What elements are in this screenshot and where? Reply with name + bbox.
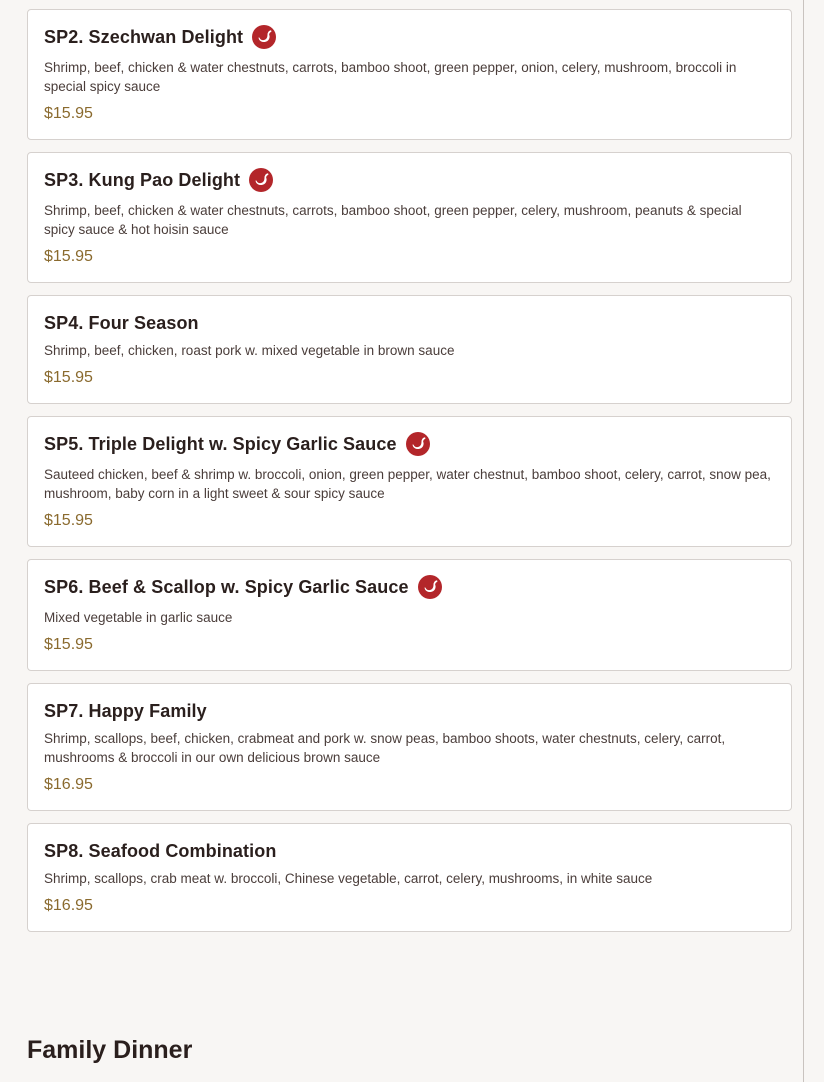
menu-item-price: $15.95 [44, 512, 93, 529]
menu-item-title: SP4. Four Season [44, 312, 199, 333]
menu-item-title-row: SP5. Triple Delight w. Spicy Garlic Sauc… [44, 431, 775, 457]
menu-item-description: Shrimp, scallops, crab meat w. broccoli,… [44, 871, 653, 886]
menu-item-description: Shrimp, scallops, beef, chicken, crabmea… [44, 731, 726, 765]
menu-item-title-row: SP6. Beef & Scallop w. Spicy Garlic Sauc… [44, 574, 775, 600]
menu-item-card-sp5[interactable]: SP5. Triple Delight w. Spicy Garlic Sauc… [27, 416, 792, 547]
menu-item-title-row: SP3. Kung Pao Delight [44, 167, 775, 193]
menu-item-title-row: SP7. Happy Family [44, 698, 775, 724]
menu-item-title-row: SP4. Four Season [44, 310, 775, 336]
chili-pepper-icon [405, 432, 430, 456]
chili-pepper-icon [417, 575, 442, 599]
menu-item-description: Sauteed chicken, beef & shrimp w. brocco… [44, 467, 771, 501]
chili-pepper-icon [252, 25, 277, 49]
menu-item-price: $15.95 [44, 248, 93, 265]
menu-item-price: $15.95 [44, 105, 93, 122]
menu-item-title: SP7. Happy Family [44, 700, 207, 721]
menu-item-description: Shrimp, beef, chicken & water chestnuts,… [44, 203, 742, 237]
menu-item-title: SP3. Kung Pao Delight [44, 169, 241, 190]
menu-item-card-sp8[interactable]: SP8. Seafood Combination Shrimp, scallop… [27, 823, 792, 932]
menu-item-description: Mixed vegetable in garlic sauce [44, 610, 233, 625]
menu-item-card-sp6[interactable]: SP6. Beef & Scallop w. Spicy Garlic Sauc… [27, 559, 792, 671]
menu-item-description: Shrimp, beef, chicken, roast pork w. mix… [44, 343, 455, 358]
chili-pepper-icon [249, 168, 274, 192]
menu-item-card-sp3[interactable]: SP3. Kung Pao Delight Shrimp, beef, chic… [27, 152, 792, 283]
menu-item-title-row: SP8. Seafood Combination [44, 838, 775, 864]
menu-item-card-sp2[interactable]: SP2. Szechwan Delight Shrimp, beef, chic… [27, 9, 792, 140]
section-heading-family-dinner: Family Dinner [27, 1036, 193, 1064]
menu-item-price: $16.95 [44, 897, 93, 914]
page-right-divider [803, 0, 804, 1082]
menu-item-description: Shrimp, beef, chicken & water chestnuts,… [44, 60, 737, 94]
menu-item-price: $16.95 [44, 776, 93, 793]
menu-item-card-sp7[interactable]: SP7. Happy Family Shrimp, scallops, beef… [27, 683, 792, 811]
menu-item-price: $15.95 [44, 369, 93, 386]
menu-item-title: SP8. Seafood Combination [44, 840, 277, 861]
menu-item-list: SP2. Szechwan Delight Shrimp, beef, chic… [27, 9, 792, 944]
menu-item-title: SP6. Beef & Scallop w. Spicy Garlic Sauc… [44, 576, 409, 597]
menu-item-card-sp4[interactable]: SP4. Four Season Shrimp, beef, chicken, … [27, 295, 792, 404]
menu-item-title: SP5. Triple Delight w. Spicy Garlic Sauc… [44, 433, 397, 454]
menu-item-price: $15.95 [44, 636, 93, 653]
menu-item-title: SP2. Szechwan Delight [44, 26, 244, 47]
menu-item-title-row: SP2. Szechwan Delight [44, 24, 775, 50]
